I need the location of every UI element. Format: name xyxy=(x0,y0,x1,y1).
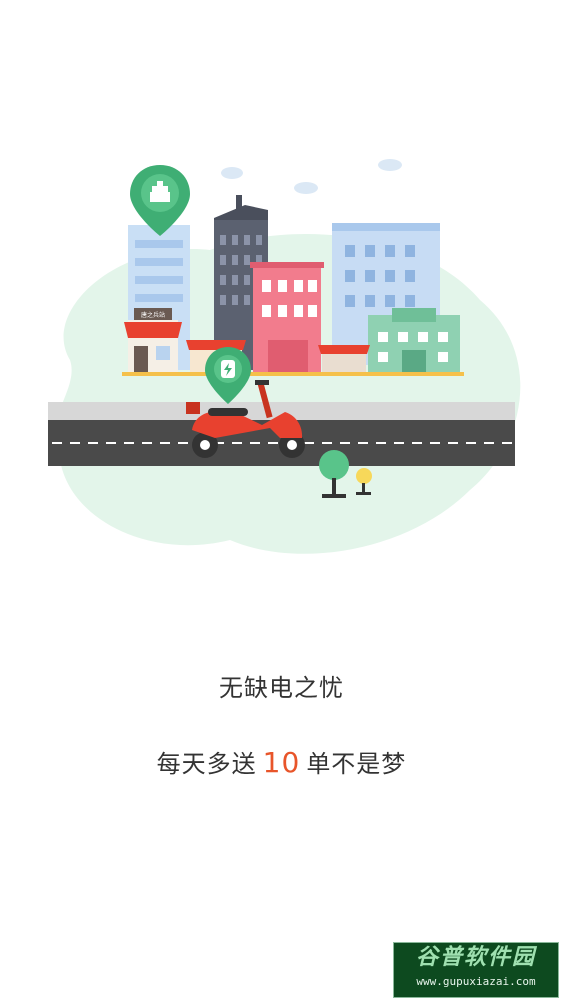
cloud-left xyxy=(221,167,243,179)
cloud-right xyxy=(378,159,402,171)
subline-highlight-number: 10 xyxy=(262,746,301,779)
subline-prefix: 每天多送 xyxy=(156,750,257,778)
onboarding-subline: 每天多送 10 单不是梦 xyxy=(0,744,563,779)
watermark-logo: 谷普软件园 www.gupuxiazai.com xyxy=(393,942,559,998)
shop-sign: 唐之兵站 xyxy=(141,311,165,319)
onboarding-headline: 无缺电之忧 xyxy=(219,674,344,702)
cloud-mid xyxy=(294,182,318,194)
watermark-title: 谷普软件园 xyxy=(415,945,536,970)
subline-suffix: 单不是梦 xyxy=(306,750,407,778)
city-scooter-illustration: 唐之兵站 xyxy=(48,159,521,554)
sidewalk xyxy=(122,372,464,376)
watermark-url: www.gupuxiazai.com xyxy=(416,975,536,988)
